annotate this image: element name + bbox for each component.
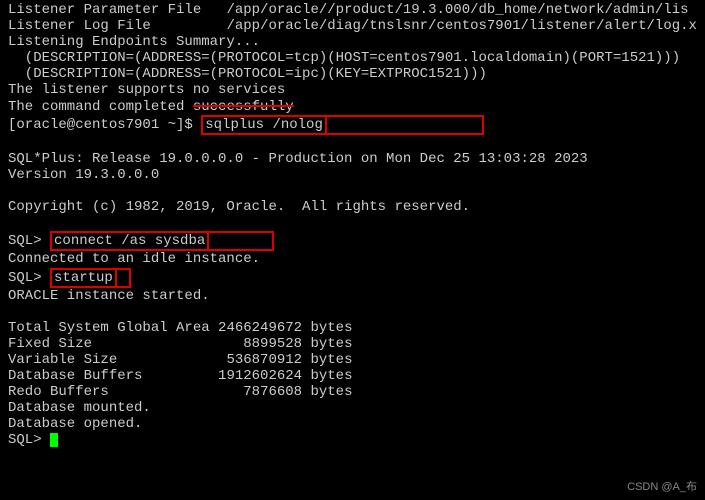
copyright-line: Copyright (c) 1982, 2019, Oracle. All ri… bbox=[8, 199, 697, 215]
highlight-extension bbox=[117, 268, 131, 288]
sql-prompt: SQL> bbox=[8, 233, 50, 249]
mounted-line: Database mounted. bbox=[8, 400, 697, 416]
sga-total-value: 2466249672 bytes bbox=[210, 320, 353, 336]
sql-prompt-line[interactable]: SQL> startup bbox=[8, 268, 697, 288]
highlight-extension bbox=[209, 231, 274, 251]
sqlplus-version: Version 19.3.0.0.0 bbox=[8, 167, 697, 183]
watermark: CSDN @A_布 bbox=[627, 481, 697, 494]
terminal-output: Listener Parameter File /app/oracle//pro… bbox=[8, 2, 697, 18]
sga-redo-label: Redo Buffers bbox=[8, 384, 109, 400]
param-file-path: /app/oracle//product/19.3.000/db_home/ne… bbox=[226, 2, 688, 18]
sga-variable-label: Variable Size bbox=[8, 352, 117, 368]
no-services-line: The listener supports no services bbox=[8, 82, 697, 98]
sga-row: Variable Size 536870912 bytes bbox=[8, 352, 697, 368]
cursor-icon bbox=[50, 433, 58, 447]
sql-prompt: SQL> bbox=[8, 432, 50, 448]
sga-variable-value: 536870912 bytes bbox=[210, 352, 353, 368]
sga-row: Fixed Size 8899528 bytes bbox=[8, 336, 697, 352]
log-file-label: Listener Log File bbox=[8, 18, 151, 34]
description-line: (DESCRIPTION=(ADDRESS=(PROTOCOL=tcp)(HOS… bbox=[8, 50, 697, 66]
sga-row: Total System Global Area 2466249672 byte… bbox=[8, 320, 697, 336]
connected-line: Connected to an idle instance. bbox=[8, 251, 697, 267]
sga-total-label: Total System Global Area bbox=[8, 320, 210, 336]
sga-buffers-label: Database Buffers bbox=[8, 368, 142, 384]
sga-fixed-label: Fixed Size bbox=[8, 336, 92, 352]
completed-line: The command completed successfully bbox=[8, 99, 697, 115]
highlight-extension bbox=[327, 115, 484, 135]
final-prompt-line[interactable]: SQL> bbox=[8, 432, 697, 448]
sga-row: Database Buffers 1912602624 bytes bbox=[8, 368, 697, 384]
log-file-path: /app/oracle/diag/tnslsnr/centos7901/list… bbox=[226, 18, 696, 34]
description-line: (DESCRIPTION=(ADDRESS=(PROTOCOL=ipc)(KEY… bbox=[8, 66, 697, 82]
shell-prompt: [oracle@centos7901 ~]$ bbox=[8, 117, 201, 133]
highlighted-command: startup bbox=[50, 268, 117, 288]
shell-prompt-line[interactable]: [oracle@centos7901 ~]$ sqlplus /nolog bbox=[8, 115, 697, 135]
endpoints-summary: Listening Endpoints Summary... bbox=[8, 34, 697, 50]
sga-fixed-value: 8899528 bytes bbox=[210, 336, 353, 352]
param-file-label: Listener Parameter File bbox=[8, 2, 201, 18]
sqlplus-release: SQL*Plus: Release 19.0.0.0.0 - Productio… bbox=[8, 151, 697, 167]
sql-prompt-line[interactable]: SQL> connect /as sysdba bbox=[8, 231, 697, 251]
sga-row: Redo Buffers 7876608 bytes bbox=[8, 384, 697, 400]
blank-line bbox=[8, 304, 697, 320]
blank-line bbox=[8, 183, 697, 199]
sql-prompt: SQL> bbox=[8, 270, 50, 286]
highlighted-command: sqlplus /nolog bbox=[201, 115, 327, 135]
opened-line: Database opened. bbox=[8, 416, 697, 432]
blank-line bbox=[8, 135, 697, 151]
started-line: ORACLE instance started. bbox=[8, 288, 697, 304]
sga-buffers-value: 1912602624 bytes bbox=[210, 368, 353, 384]
highlighted-command: connect /as sysdba bbox=[50, 231, 209, 251]
sga-redo-value: 7876608 bytes bbox=[210, 384, 353, 400]
strikethrough-text: successfully bbox=[193, 99, 294, 115]
terminal-output: Listener Log File /app/oracle/diag/tnsls… bbox=[8, 18, 697, 34]
blank-line bbox=[8, 215, 697, 231]
